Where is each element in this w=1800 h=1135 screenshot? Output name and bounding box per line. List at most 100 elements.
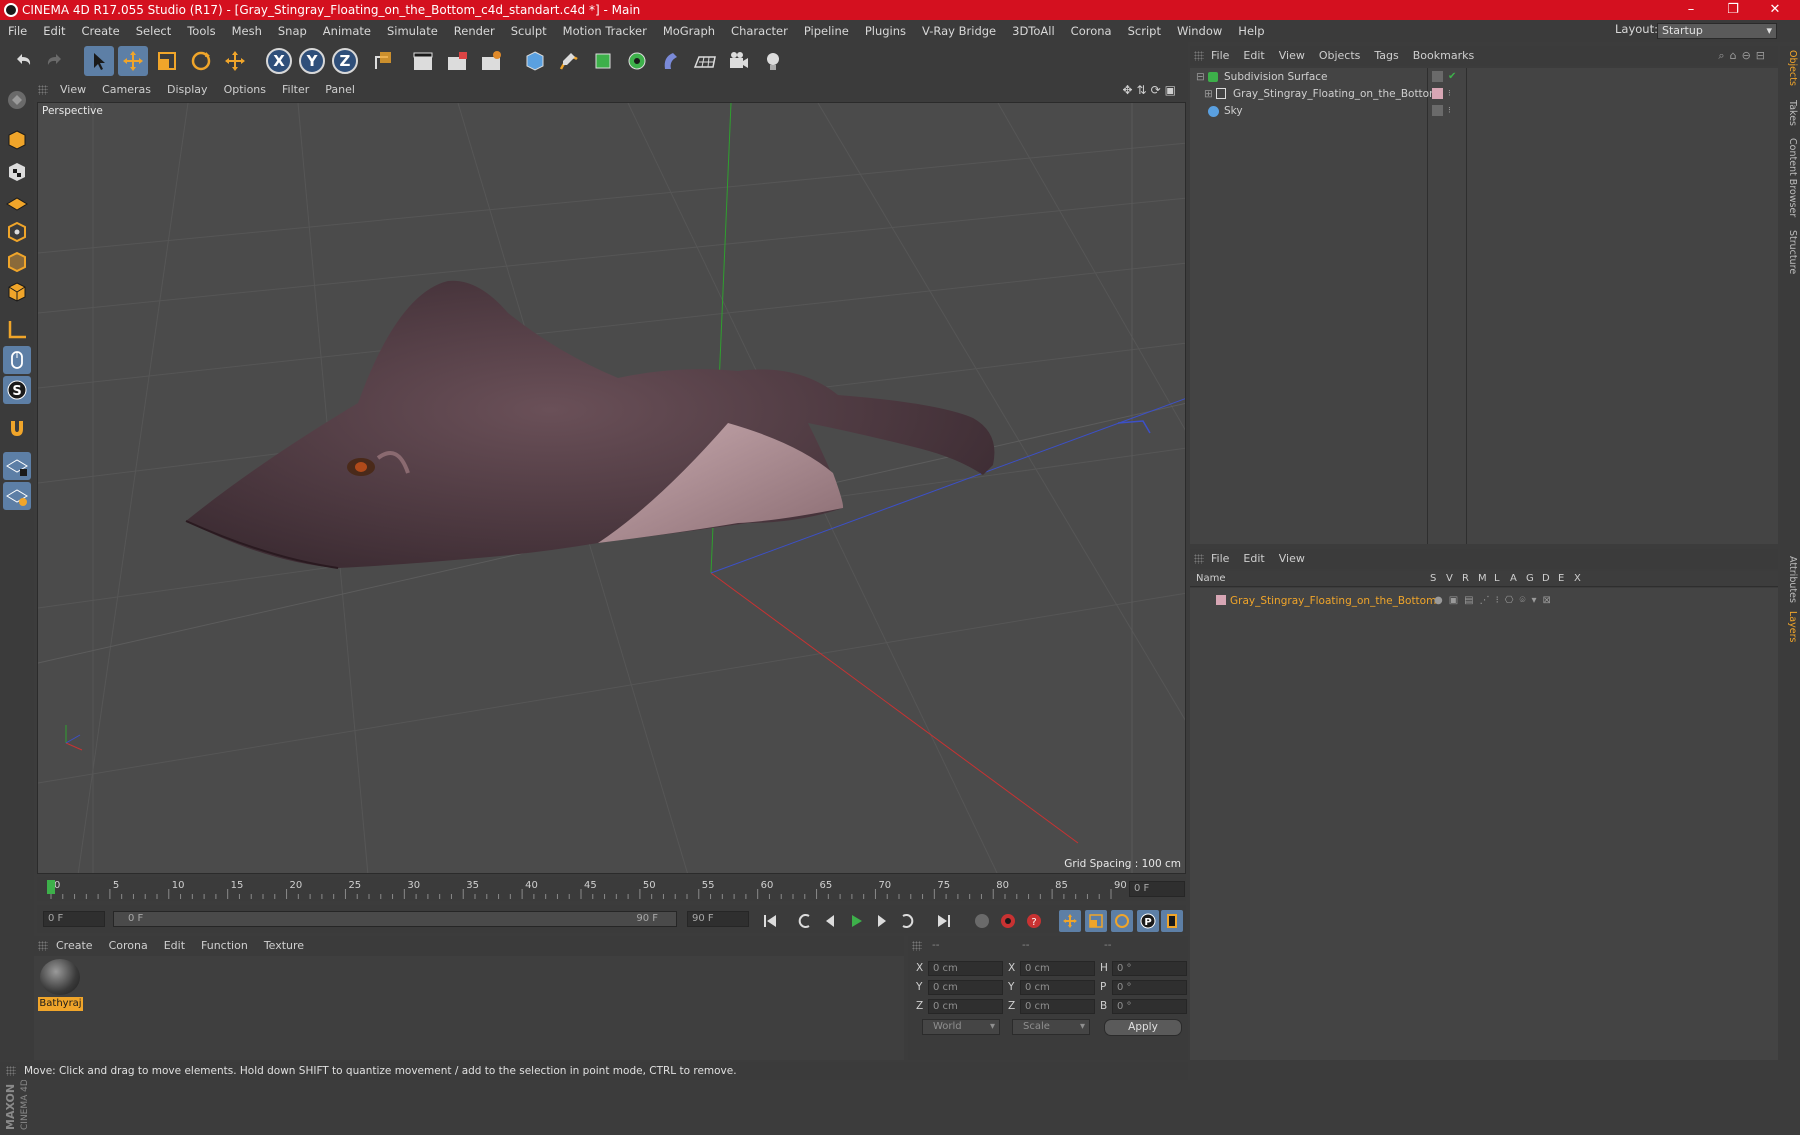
tab-takes[interactable]: Takes xyxy=(1782,100,1798,126)
menu-file[interactable]: File xyxy=(0,20,35,42)
enabled-check-icon[interactable]: ✔ xyxy=(1448,68,1456,86)
menu-script[interactable]: Script xyxy=(1120,20,1169,42)
column-generators[interactable]: G xyxy=(1526,571,1534,587)
texture-mode-button[interactable] xyxy=(3,158,31,186)
x-axis-lock-button[interactable]: X xyxy=(266,48,292,74)
model-mode-button[interactable] xyxy=(3,126,31,154)
material-menu-texture[interactable]: Texture xyxy=(256,936,312,956)
layer-menu-edit[interactable]: Edit xyxy=(1236,549,1271,569)
apply-button[interactable]: Apply xyxy=(1104,1019,1182,1036)
key-parameter-button[interactable]: P xyxy=(1137,910,1159,932)
redo-button[interactable] xyxy=(40,46,70,76)
menu-tools[interactable]: Tools xyxy=(179,20,223,42)
tree-expand-icon[interactable]: ⊞ xyxy=(1204,85,1213,103)
object-menu-tags[interactable]: Tags xyxy=(1367,46,1405,66)
frame-range-slider[interactable]: 0 F 90 F xyxy=(113,911,677,927)
size-mode-dropdown[interactable]: Scale ▾ xyxy=(1012,1019,1090,1035)
previous-frame-button[interactable] xyxy=(819,910,841,932)
rotation-b-field[interactable]: 0 ° xyxy=(1112,999,1187,1014)
column-solo[interactable]: S xyxy=(1430,571,1436,587)
transform-tool-button[interactable] xyxy=(220,46,250,76)
menu-mesh[interactable]: Mesh xyxy=(224,20,270,42)
planar-workplane-button[interactable] xyxy=(3,482,31,510)
menu-motion-tracker[interactable]: Motion Tracker xyxy=(555,20,655,42)
camera-button[interactable] xyxy=(724,46,754,76)
points-mode-button[interactable] xyxy=(3,218,31,246)
menu-window[interactable]: Window xyxy=(1169,20,1230,42)
restore-button[interactable]: ❐ xyxy=(1710,0,1756,20)
column-name[interactable]: Name xyxy=(1196,571,1226,587)
material-menu-corona[interactable]: Corona xyxy=(101,936,156,956)
viewport-menu-cameras[interactable]: Cameras xyxy=(94,80,159,100)
viewport-camera-label[interactable]: Perspective xyxy=(42,105,103,117)
menu-snap[interactable]: Snap xyxy=(270,20,315,42)
object-menu-file[interactable]: File xyxy=(1204,46,1236,66)
snap-button[interactable] xyxy=(3,414,31,442)
visibility-dots-icon[interactable]: ⁝ xyxy=(1448,102,1451,120)
coordinate-space-dropdown[interactable]: World ▾ xyxy=(922,1019,1000,1035)
visibility-dots-icon[interactable]: ⁝ xyxy=(1448,85,1451,103)
column-xref[interactable]: X xyxy=(1574,571,1581,587)
object-menu-view[interactable]: View xyxy=(1272,46,1312,66)
viewport-menu-options[interactable]: Options xyxy=(216,80,274,100)
viewport-menu-panel[interactable]: Panel xyxy=(317,80,363,100)
menu-help[interactable]: Help xyxy=(1230,20,1272,42)
menu-animate[interactable]: Animate xyxy=(315,20,379,42)
layer-menu-file[interactable]: File xyxy=(1204,549,1236,569)
y-axis-lock-button[interactable]: Y xyxy=(299,48,325,74)
start-frame-field[interactable]: 0 F xyxy=(43,911,105,927)
layer-tag-icon[interactable] xyxy=(1432,105,1443,116)
column-expressions[interactable]: E xyxy=(1558,571,1564,587)
tab-structure[interactable]: Structure xyxy=(1782,230,1798,274)
menu-3dtoall[interactable]: 3DToAll xyxy=(1004,20,1063,42)
column-manager[interactable]: M xyxy=(1478,571,1487,587)
viewport-navigation-icons[interactable]: ✥⇅⟳▣ xyxy=(1122,80,1180,100)
minimize-button[interactable]: – xyxy=(1668,0,1714,20)
viewport-menu-display[interactable]: Display xyxy=(159,80,216,100)
workplane-button[interactable] xyxy=(3,188,31,216)
layer-tag-icon[interactable] xyxy=(1432,71,1443,82)
play-button[interactable] xyxy=(845,910,867,932)
go-to-start-button[interactable] xyxy=(759,910,781,932)
column-render[interactable]: R xyxy=(1462,571,1469,587)
move-tool-button[interactable] xyxy=(118,46,148,76)
end-frame-field[interactable]: 90 F xyxy=(687,911,749,927)
material-name-label[interactable]: Bathyraj xyxy=(38,997,83,1011)
menu-render[interactable]: Render xyxy=(446,20,503,42)
z-axis-lock-button[interactable]: Z xyxy=(332,48,358,74)
3d-viewport[interactable]: Perspective Grid Spacing : 100 cm xyxy=(37,102,1186,874)
layer-toggle-icons[interactable]: ●▣▤⋰⁝⎔⌾▾⊠ xyxy=(1434,592,1557,610)
next-key-button[interactable] xyxy=(897,910,919,932)
render-view-button[interactable] xyxy=(408,46,438,76)
column-animation[interactable]: A xyxy=(1510,571,1517,587)
locked-workplane-button[interactable] xyxy=(3,452,31,480)
menu-sculpt[interactable]: Sculpt xyxy=(503,20,555,42)
menu-corona[interactable]: Corona xyxy=(1063,20,1120,42)
layout-select[interactable]: Startup ▾ xyxy=(1657,23,1777,39)
viewport-menu-filter[interactable]: Filter xyxy=(274,80,317,100)
menu-mograph[interactable]: MoGraph xyxy=(655,20,723,42)
floor-button[interactable] xyxy=(690,46,720,76)
close-button[interactable]: ✕ xyxy=(1752,0,1798,20)
timeline-ruler[interactable]: 0 5 10 15 20 25 30 35 40 45 50 55 60 65 70 75 80 85 90 0 F xyxy=(37,877,1186,901)
record-keys-button[interactable] xyxy=(971,910,993,932)
key-rotation-button[interactable] xyxy=(1111,910,1133,932)
object-menu-bookmarks[interactable]: Bookmarks xyxy=(1406,46,1481,66)
tab-content-browser[interactable]: Content Browser xyxy=(1782,138,1798,217)
undo-button[interactable] xyxy=(8,46,38,76)
layer-menu-view[interactable]: View xyxy=(1272,549,1312,569)
select-tool-button[interactable] xyxy=(84,46,114,76)
material-menu-function[interactable]: Function xyxy=(193,936,256,956)
current-frame-field[interactable]: 0 F xyxy=(1129,881,1185,897)
autokey-button[interactable] xyxy=(997,910,1019,932)
polygons-mode-button[interactable] xyxy=(3,278,31,306)
deformer-button[interactable] xyxy=(656,46,686,76)
key-position-button[interactable] xyxy=(1059,910,1081,932)
render-to-picture-viewer-button[interactable] xyxy=(442,46,472,76)
key-scale-button[interactable] xyxy=(1085,910,1107,932)
position-z-field[interactable]: 0 cm xyxy=(928,999,1003,1014)
layer-row[interactable]: Gray_Stingray_Floating_on_the_Bottom ●▣▤… xyxy=(1190,592,1778,610)
cube-primitive-button[interactable] xyxy=(520,46,550,76)
pen-spline-button[interactable] xyxy=(554,46,584,76)
menu-create[interactable]: Create xyxy=(74,20,128,42)
